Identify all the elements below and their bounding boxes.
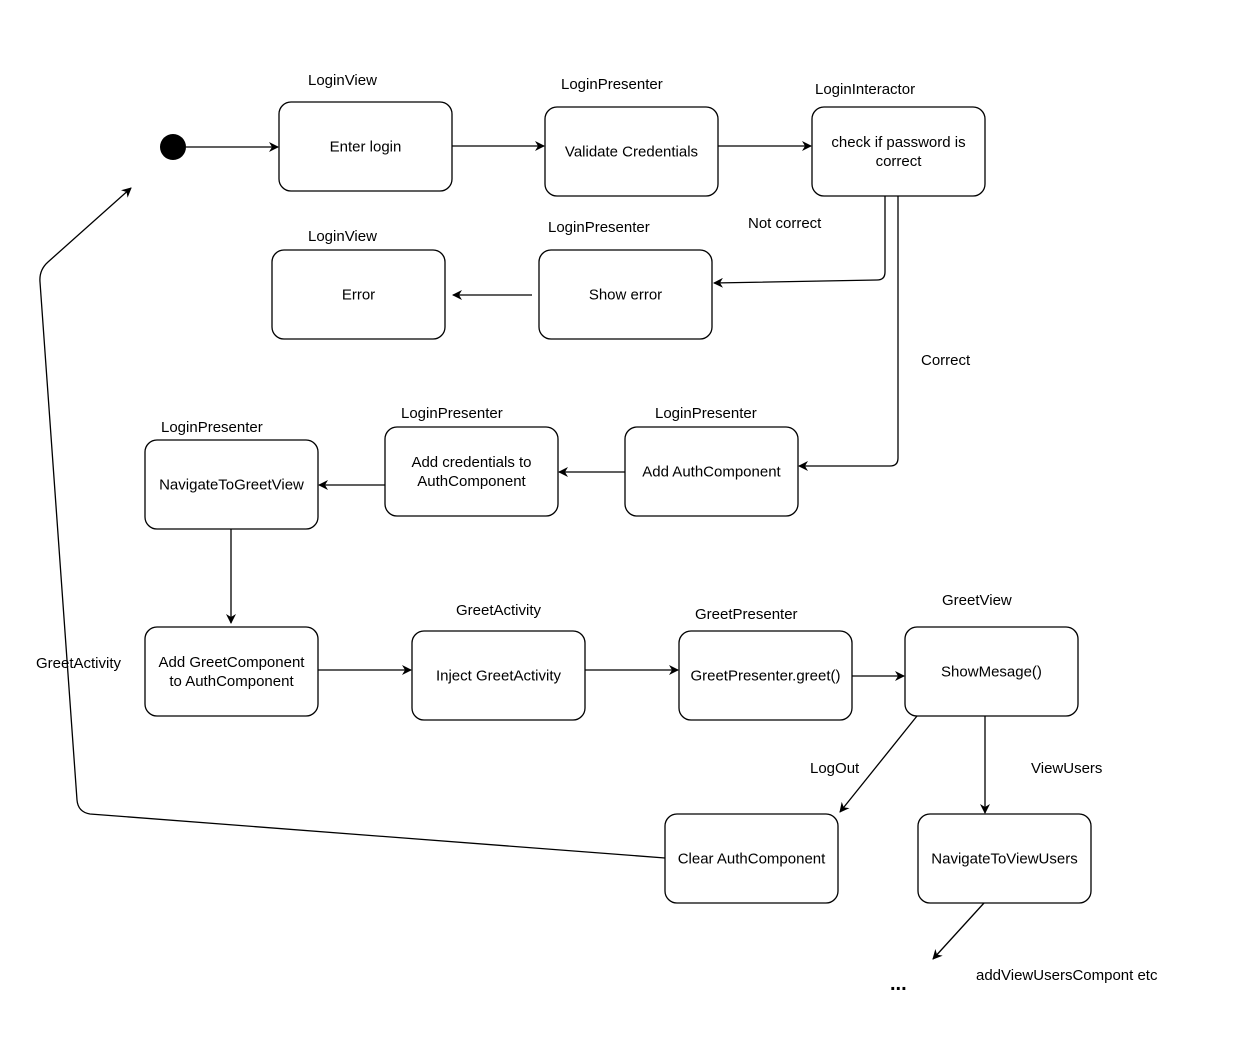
state-label: Show error [589,287,662,304]
lane-label: LoginView [308,72,377,89]
state-label: check if password is [831,134,965,151]
ellipsis: ... [890,973,907,995]
state-check-password: check if password is correct LoginInteract… [811,81,986,197]
lane-label: LoginPresenter [655,405,757,422]
state-add-credentials: Add credentials to AuthComponent LoginPres… [384,405,559,517]
state-label: Enter login [330,139,402,156]
edge-label-view-users: ViewUsers [1031,760,1102,777]
state-box [144,626,319,717]
state-add-authcomponent: Add AuthComponent LoginPresenter [624,405,799,517]
state-label: NavigateToGreetView [159,477,304,494]
state-show-error: Show error LoginPresenter [538,219,713,340]
state-greetpresenter-greet: GreetPresenter.greet() GreetPresenter [678,606,853,721]
transition-check-to-show-error [713,196,886,288]
transition-check-to-add-authcomponent [798,196,899,471]
state-label: NavigateToViewUsers [931,851,1077,868]
state-label: GreetPresenter.greet() [690,668,840,685]
state-navigate-to-viewusers: NavigateToViewUsers [917,813,1092,904]
lane-label: GreetPresenter [695,606,798,623]
state-label: to AuthComponent [169,673,294,690]
edge-label-logout: LogOut [810,760,860,777]
lane-label: GreetActivity [456,602,542,619]
state-clear-authcomponent: Clear AuthComponent [664,813,839,904]
lane-label: LoginPresenter [161,419,263,436]
state-label: correct [876,153,923,170]
state-label: Inject GreetActivity [436,668,562,685]
state-showmesage: ShowMesage() GreetView [904,592,1079,717]
lane-label: LoginView [308,228,377,245]
lane-label: LoginPresenter [401,405,503,422]
initial-state [160,134,186,160]
state-label: Error [342,287,375,304]
lane-label: LoginPresenter [548,219,650,236]
state-label: Clear AuthComponent [678,851,826,868]
edge-label-not-correct: Not correct [748,215,822,232]
transition-viewusers-to-more [932,902,985,960]
edge-label-correct: Correct [921,352,971,369]
state-label: AuthComponent [417,473,526,490]
state-label: Add credentials to [411,454,531,471]
state-add-greetcomponent: Add GreetComponent to AuthComponent [144,626,319,717]
lane-label: LoginInteractor [815,81,915,98]
state-label: Add AuthComponent [642,464,781,481]
edge-label-add-view-users: addViewUsersCompont etc [976,967,1158,984]
state-label: Add GreetComponent [159,654,306,671]
state-enter-login: Enter login LoginView [278,72,453,192]
state-box [811,106,986,197]
state-navigate-to-greetview: NavigateToGreetView LoginPresenter [144,419,319,530]
state-inject-greetactivity: Inject GreetActivity GreetActivity [411,602,586,721]
edge-label-greet-activity: GreetActivity [36,655,122,672]
state-label: ShowMesage() [941,664,1042,681]
state-diagram: Enter login LoginView Validate Credentials… [36,72,1158,995]
lane-label: GreetView [942,592,1012,609]
state-error: Error LoginView [271,228,446,340]
state-validate-credentials: Validate Credentials LoginPresenter [544,76,719,197]
state-box [384,426,559,517]
lane-label: LoginPresenter [561,76,663,93]
state-label: Validate Credentials [565,144,698,161]
